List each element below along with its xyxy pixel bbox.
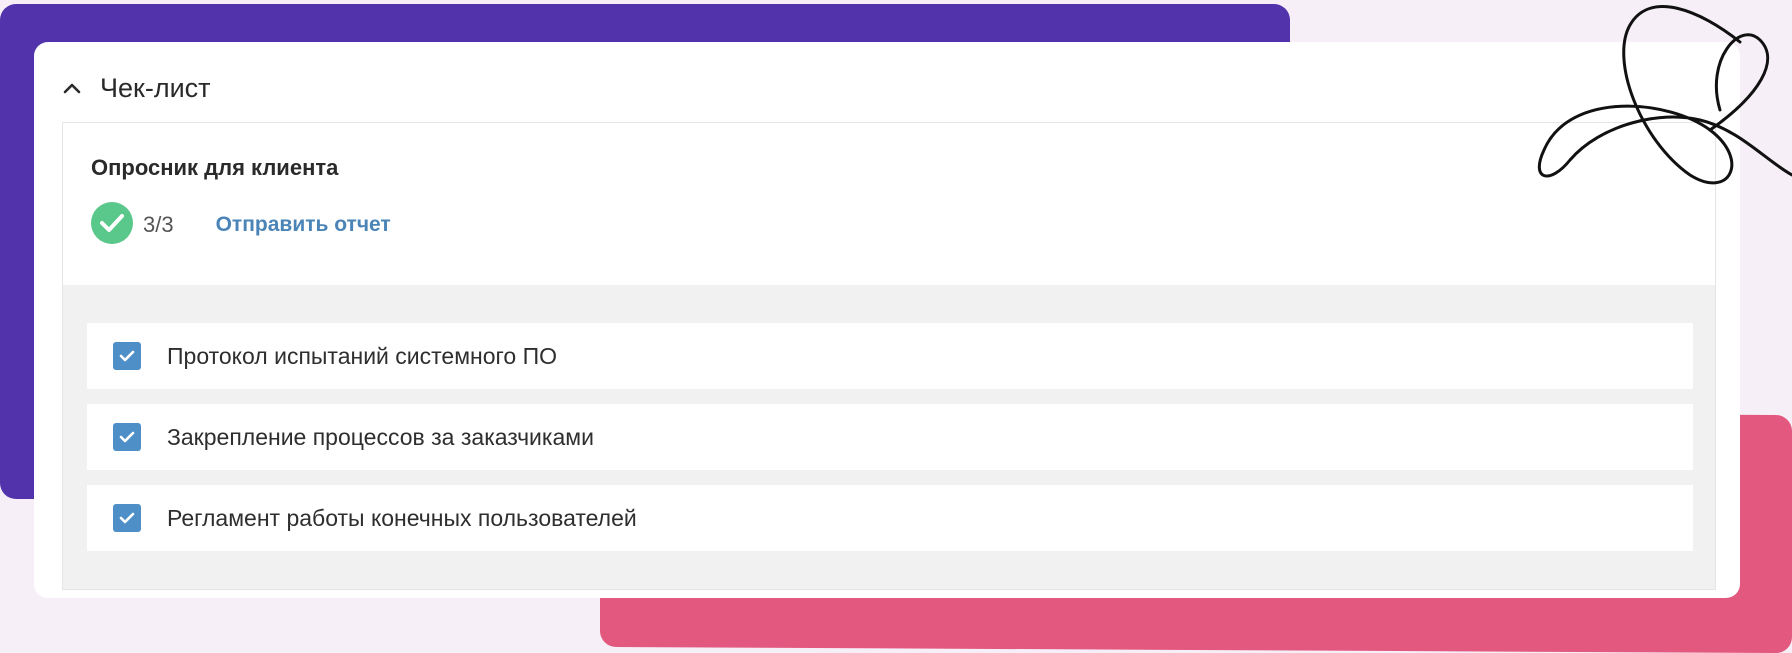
checkmark-icon bbox=[119, 431, 135, 443]
checklist-item-label: Протокол испытаний системного ПО bbox=[167, 342, 557, 369]
checklist-summary: Опросник для клиента 3/3 Отправить отчет bbox=[63, 123, 1715, 285]
check-circle-icon bbox=[91, 201, 133, 249]
progress-count: 3/3 bbox=[143, 212, 174, 237]
checklist-title: Чек-лист bbox=[100, 72, 211, 103]
checkmark-icon bbox=[119, 512, 135, 524]
progress-row: 3/3 Отправить отчет bbox=[91, 201, 391, 249]
checklist-item: Регламент работы конечных пользователей bbox=[87, 485, 1693, 551]
checkbox[interactable] bbox=[113, 342, 141, 370]
checkbox[interactable] bbox=[113, 423, 141, 451]
send-report-link[interactable]: Отправить отчет bbox=[216, 213, 391, 237]
checklist-panel: Опросник для клиента 3/3 Отправить отчет bbox=[62, 122, 1716, 590]
checkmark-icon bbox=[119, 350, 135, 362]
checklist-item: Протокол испытаний системного ПО bbox=[87, 323, 1693, 389]
checklist-card: Чек-лист Опросник для клиента 3/3 Отправ… bbox=[34, 42, 1740, 598]
checklist-item: Закрепление процессов за заказчиками bbox=[87, 404, 1693, 470]
checkbox[interactable] bbox=[113, 504, 141, 532]
checklist-item-label: Закрепление процессов за заказчиками bbox=[167, 423, 594, 450]
checklist-item-label: Регламент работы конечных пользователей bbox=[167, 504, 637, 531]
chevron-up-icon[interactable] bbox=[62, 78, 82, 98]
decorative-squiggle bbox=[1537, 5, 1792, 185]
section-title: Опросник для клиента bbox=[91, 155, 339, 180]
checklist-items: Протокол испытаний системного ПО Закрепл… bbox=[63, 285, 1715, 589]
checklist-header[interactable]: Чек-лист bbox=[62, 72, 211, 104]
